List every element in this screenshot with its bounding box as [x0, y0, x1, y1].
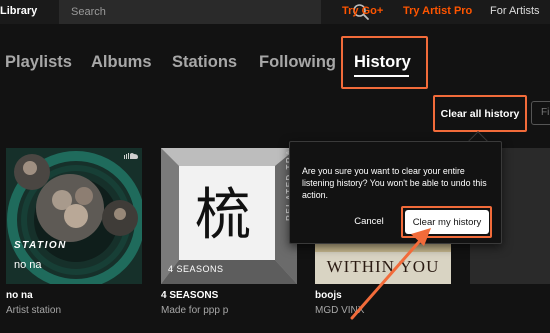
seasons-overlay-label: 4 SEASONS: [168, 264, 224, 274]
station-type-label: STATION: [14, 240, 67, 251]
clear-all-history-button[interactable]: Clear all history: [437, 101, 523, 127]
station-artwork[interactable]: STATION no na: [6, 148, 142, 284]
top-bar: Library Try Go+ Try Artist Pro For Artis…: [0, 0, 550, 24]
tab-history[interactable]: History: [354, 53, 411, 72]
clear-history-dialog: Are you sure you want to clear your enti…: [289, 141, 502, 244]
tab-playlists[interactable]: Playlists: [5, 53, 72, 72]
artwork-text: WITHIN YOU: [326, 257, 440, 276]
tab-stations[interactable]: Stations: [172, 53, 237, 72]
card-subtitle[interactable]: Artist station: [6, 305, 61, 316]
station-overlay-name: no na: [14, 259, 42, 271]
try-artist-pro-link[interactable]: Try Artist Pro: [403, 5, 472, 17]
clear-my-history-button[interactable]: Clear my history: [405, 210, 489, 234]
tab-following[interactable]: Following: [259, 53, 336, 72]
card-title[interactable]: no na: [6, 290, 33, 301]
card-title[interactable]: boojs: [315, 290, 342, 301]
card-subtitle[interactable]: Made for ppp p: [161, 305, 228, 316]
search-box[interactable]: [59, 0, 369, 24]
library-label[interactable]: Library: [0, 5, 37, 17]
dialog-message: Are you sure you want to clear your enti…: [302, 166, 487, 200]
try-go-plus-link[interactable]: Try Go+: [342, 5, 383, 17]
active-tab-indicator: [354, 75, 409, 77]
card-title[interactable]: 4 SEASONS: [161, 290, 218, 301]
for-artists-link[interactable]: For Artists: [490, 5, 540, 17]
filter-input[interactable]: Fi: [531, 101, 550, 125]
search-input[interactable]: [71, 4, 281, 20]
card-subtitle[interactable]: MGD VINX: [315, 305, 364, 316]
tab-albums[interactable]: Albums: [91, 53, 152, 72]
cancel-button[interactable]: Cancel: [344, 216, 394, 232]
related-tracks-artwork[interactable]: 梳 4 SEASONS RELATED TRACKS: [161, 148, 297, 284]
soundcloud-icon: [124, 153, 138, 159]
art-band: [315, 244, 451, 252]
album-glyph: 梳: [195, 183, 251, 248]
